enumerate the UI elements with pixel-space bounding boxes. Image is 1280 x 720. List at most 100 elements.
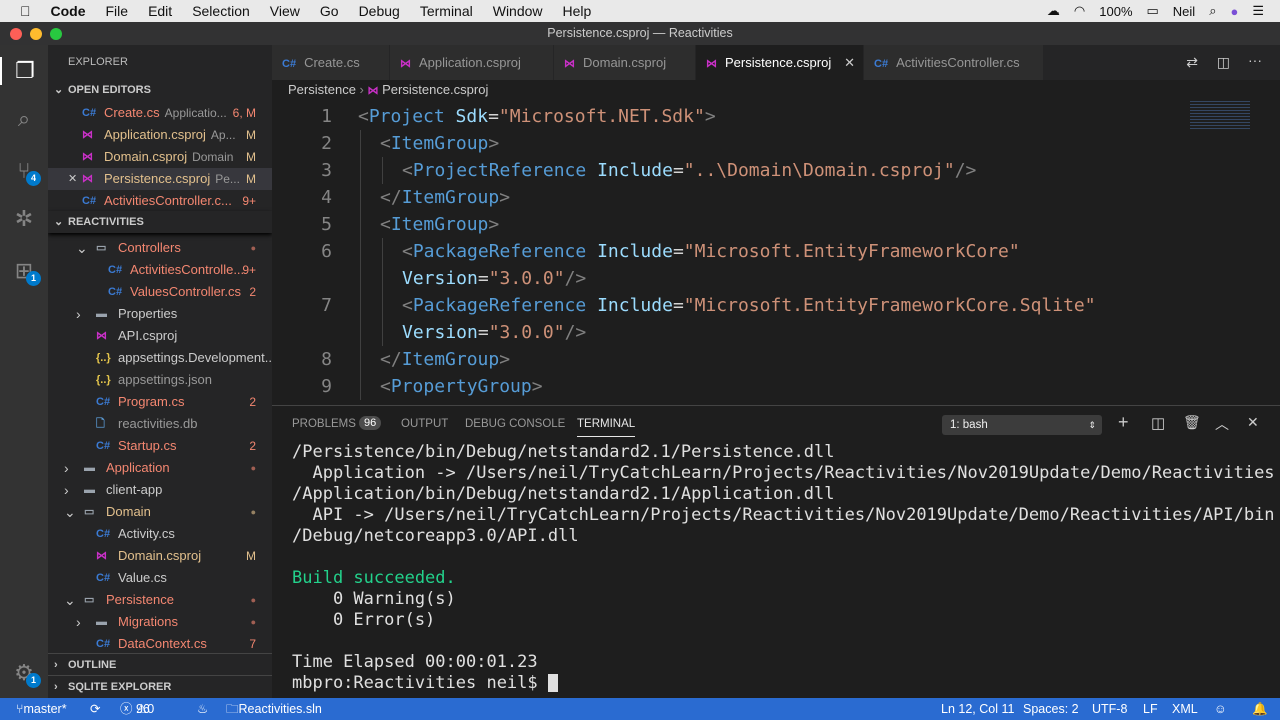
battery-icon[interactable]: ▭: [1147, 3, 1159, 19]
tree-item[interactable]: C# Program.cs 2: [48, 391, 272, 413]
open-editor-item[interactable]: C# ActivitiesController.c... 9+: [48, 190, 272, 212]
outline-header[interactable]: › OUTLINE: [48, 653, 272, 675]
open-editor-item[interactable]: ⋈ Domain.csproj Domain M: [48, 146, 272, 168]
open-editor-item[interactable]: ✕ ⋈ Persistence.csproj Pe... M: [48, 168, 272, 190]
search-icon[interactable]: ⌕: [10, 105, 38, 133]
chevron-down-icon[interactable]: ⌄: [76, 237, 88, 259]
tree-item[interactable]: ⋈ Domain.csproj M: [48, 545, 272, 567]
feedback-smiley-icon[interactable]: ☺: [1214, 698, 1227, 720]
tree-item[interactable]: ⌄ ▭ Domain ●: [48, 501, 272, 523]
maximize-panel-icon[interactable]: ︿: [1215, 414, 1229, 434]
wifi-icon[interactable]: ◠: [1074, 3, 1085, 19]
zoom-window-button[interactable]: [50, 28, 62, 40]
line-number: 2: [321, 133, 332, 154]
menu-selection[interactable]: Selection: [192, 3, 250, 19]
explorer-icon[interactable]: ❐: [0, 57, 48, 85]
terminal-select[interactable]: 1: bash ⇕: [942, 415, 1102, 435]
tree-item[interactable]: C# ActivitiesControlle... 9+: [48, 259, 272, 281]
tree-item[interactable]: ⋈ API.csproj: [48, 325, 272, 347]
tree-item[interactable]: C# Startup.cs 2: [48, 435, 272, 457]
kill-terminal-icon[interactable]: 🗑: [1183, 414, 1201, 431]
sync-icon[interactable]: ⟳: [90, 698, 100, 720]
menu-view[interactable]: View: [270, 3, 300, 19]
notifications-bell-icon[interactable]: 🔔: [1252, 698, 1268, 720]
more-actions-icon[interactable]: ···: [1248, 52, 1262, 68]
tree-item[interactable]: ⌄ ▭ Persistence ●: [48, 589, 272, 611]
close-icon[interactable]: ✕: [68, 168, 77, 190]
csharp-file-icon: C#: [108, 264, 123, 276]
siri-icon[interactable]: ●: [1230, 4, 1238, 19]
menu-edit[interactable]: Edit: [148, 3, 172, 19]
tab-application-csproj[interactable]: ⋈ Application.csproj: [390, 45, 554, 80]
menu-terminal[interactable]: Terminal: [420, 3, 473, 19]
tree-item[interactable]: C# ValuesController.cs 2: [48, 281, 272, 303]
terminal-output[interactable]: /Persistence/bin/Debug/netstandard2.1/Pe…: [292, 442, 1275, 694]
tab-debug-console[interactable]: DEBUG CONSOLE: [465, 418, 565, 430]
tab-domain-csproj[interactable]: ⋈ Domain.csproj: [554, 45, 696, 80]
close-tab-icon[interactable]: ✕: [844, 45, 855, 80]
sqlite-explorer-header[interactable]: › SQLITE EXPLORER: [48, 675, 272, 697]
tab-problems[interactable]: PROBLEMS: [292, 418, 356, 430]
menu-help[interactable]: Help: [563, 3, 592, 19]
tree-item[interactable]: 🗋 reactivities.db: [48, 413, 272, 435]
chevron-down-icon[interactable]: ⌄: [64, 501, 76, 523]
language-mode[interactable]: XML: [1172, 698, 1198, 720]
tab-create-cs[interactable]: C# Create.cs: [272, 45, 390, 80]
new-terminal-icon[interactable]: +: [1118, 412, 1129, 433]
minimize-window-button[interactable]: [30, 28, 42, 40]
menu-debug[interactable]: Debug: [359, 3, 400, 19]
compare-icon[interactable]: ⇄: [1186, 54, 1198, 71]
chevron-right-icon[interactable]: ›: [64, 479, 69, 501]
solution-indicator[interactable]: 🗀 Reactivities.sln: [226, 698, 322, 720]
problems-indicator[interactable]: ⓧ 96 ⚠ 0: [120, 698, 154, 720]
tree-item[interactable]: C# DataContext.cs 7: [48, 633, 272, 652]
tab-output[interactable]: OUTPUT: [401, 418, 448, 430]
chevron-right-icon[interactable]: ›: [76, 611, 81, 633]
menu-file[interactable]: File: [106, 3, 129, 19]
tab-terminal[interactable]: TERMINAL: [577, 418, 636, 437]
apple-icon[interactable]: : [20, 3, 31, 19]
menu-window[interactable]: Window: [493, 3, 543, 19]
terminal-line: /Persistence/bin/Debug/netstandard2.1/Pe…: [292, 442, 1275, 463]
cloud-icon[interactable]: ☁: [1047, 3, 1060, 19]
indentation[interactable]: Spaces: 2: [1023, 698, 1079, 720]
breadcrumb-folder[interactable]: Persistence: [288, 82, 356, 97]
user-name[interactable]: Neil: [1173, 4, 1195, 19]
tree-item[interactable]: {..} appsettings.json: [48, 369, 272, 391]
tree-item[interactable]: C# Activity.cs: [48, 523, 272, 545]
chevron-right-icon[interactable]: ›: [76, 303, 81, 325]
debug-icon[interactable]: ✲: [10, 205, 38, 233]
chevron-right-icon[interactable]: ›: [64, 457, 69, 479]
tree-item[interactable]: › ▬ Properties: [48, 303, 272, 325]
reactivities-header[interactable]: ⌄ REACTIVITIES: [48, 211, 272, 233]
open-editor-item[interactable]: ⋈ Application.csproj Ap... M: [48, 124, 272, 146]
menu-app[interactable]: Code: [51, 3, 86, 19]
flame-icon[interactable]: ♨: [197, 698, 208, 720]
notification-center-icon[interactable]: ☰: [1252, 3, 1264, 19]
line-ending[interactable]: LF: [1143, 698, 1158, 720]
file-description: Applicatio...: [164, 106, 227, 120]
tab-activitiescontroller-cs[interactable]: C# ActivitiesController.cs: [864, 45, 1044, 80]
encoding[interactable]: UTF-8: [1092, 698, 1127, 720]
close-panel-icon[interactable]: ✕: [1247, 414, 1259, 431]
open-editors-header[interactable]: ⌄ OPEN EDITORS: [48, 79, 272, 101]
chevron-down-icon[interactable]: ⌄: [64, 589, 76, 611]
breadcrumb-file[interactable]: Persistence.csproj: [382, 82, 488, 97]
minimap[interactable]: [1190, 101, 1250, 131]
menu-go[interactable]: Go: [320, 3, 339, 19]
tree-item[interactable]: C# Value.cs: [48, 567, 272, 589]
split-editor-icon[interactable]: ◫: [1217, 54, 1230, 71]
close-window-button[interactable]: [10, 28, 22, 40]
code-editor[interactable]: 1 <Project Sdk="Microsoft.NET.Sdk"> 2 <Item…: [272, 101, 1272, 405]
tab-persistence-csproj[interactable]: ⋈ Persistence.csproj ✕: [696, 45, 864, 80]
tree-item[interactable]: ⌄ ▭ Controllers ●: [48, 237, 272, 259]
tree-item[interactable]: › ▬ client-app: [48, 479, 272, 501]
split-terminal-icon[interactable]: ◫: [1151, 414, 1165, 432]
cursor-position[interactable]: Ln 12, Col 11: [941, 698, 1014, 720]
tree-item[interactable]: › ▬ Migrations ●: [48, 611, 272, 633]
tree-item[interactable]: {..} appsettings.Development...: [48, 347, 272, 369]
branch-indicator[interactable]: ⑂ master*: [16, 698, 67, 720]
spotlight-icon[interactable]: ⌕: [1209, 3, 1216, 19]
tree-item[interactable]: › ▬ Application ●: [48, 457, 272, 479]
open-editor-item[interactable]: C# Create.cs Applicatio... 6, M: [48, 102, 272, 124]
